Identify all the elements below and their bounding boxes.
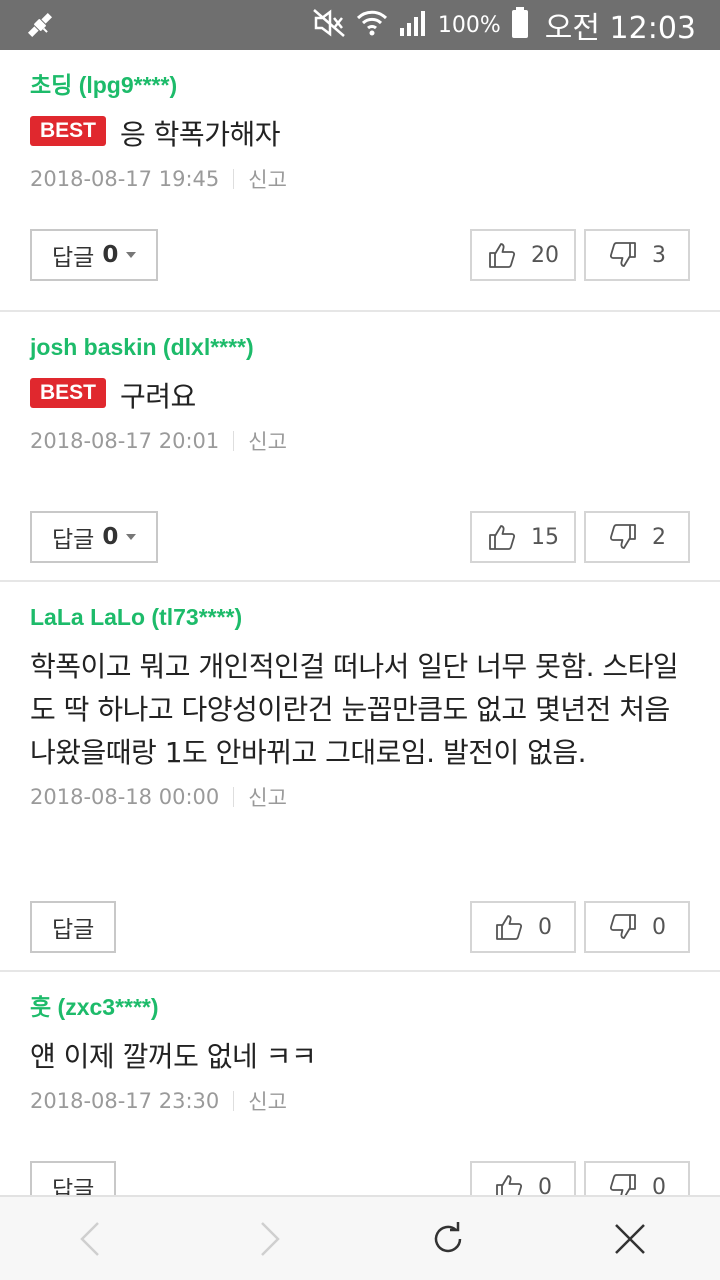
clock: 오전 12:03 bbox=[544, 11, 696, 46]
comment-item: 초딩 (lpg9****) BEST 응 학폭가해자 2018-08-17 19… bbox=[0, 50, 720, 312]
thumbs-down-icon bbox=[608, 240, 638, 270]
close-icon[interactable] bbox=[610, 1219, 650, 1259]
like-count: 0 bbox=[538, 914, 552, 940]
comment-date: 2018-08-17 19:45 bbox=[30, 167, 220, 191]
reply-count: 0 bbox=[102, 242, 119, 268]
caret-down-icon bbox=[126, 534, 137, 540]
satellite-icon bbox=[24, 9, 56, 45]
like-count: 0 bbox=[538, 1174, 552, 1196]
like-button[interactable]: 20 bbox=[470, 229, 576, 281]
dislike-button[interactable]: 0 bbox=[584, 901, 690, 953]
like-button[interactable]: 0 bbox=[470, 901, 576, 953]
report-link[interactable]: 신고 bbox=[248, 426, 287, 456]
report-link[interactable]: 신고 bbox=[248, 782, 287, 812]
refresh-icon[interactable] bbox=[428, 1219, 468, 1259]
signal-icon bbox=[398, 8, 428, 42]
reply-label: 답글 bbox=[52, 1177, 95, 1195]
like-count: 20 bbox=[531, 242, 559, 268]
comment-text: 구려요 bbox=[120, 380, 196, 413]
thumbs-down-icon bbox=[608, 912, 638, 942]
reply-button[interactable]: 답글 0 bbox=[30, 511, 159, 563]
thumbs-down-icon bbox=[608, 1172, 638, 1195]
reply-button[interactable]: 답글 bbox=[30, 901, 117, 953]
mute-icon bbox=[312, 8, 346, 42]
comment-item: LaLa LaLo (tl73****) 학폭이고 뭐고 개인적인걸 떠나서 일… bbox=[0, 582, 720, 972]
comment-list: 초딩 (lpg9****) BEST 응 학폭가해자 2018-08-17 19… bbox=[0, 50, 720, 1195]
dislike-count: 2 bbox=[652, 524, 666, 550]
comment-item: 훗 (zxc3****) 얜 이제 깔꺼도 없네 ㅋㅋ 2018-08-17 2… bbox=[0, 972, 720, 1195]
dislike-button[interactable]: 2 bbox=[584, 511, 690, 563]
dislike-button[interactable]: 3 bbox=[584, 229, 690, 281]
thumbs-up-icon bbox=[494, 912, 524, 942]
thumbs-up-icon bbox=[494, 1172, 524, 1195]
browser-nav-bar bbox=[0, 1195, 720, 1280]
comment-text: 학폭이고 뭐고 개인적인걸 떠나서 일단 너무 못함. 스타일도 딱 하나고 다… bbox=[30, 650, 679, 769]
reply-button[interactable]: 답글 bbox=[30, 1161, 117, 1195]
caret-down-icon bbox=[126, 252, 137, 258]
comment-date: 2018-08-17 20:01 bbox=[30, 429, 220, 453]
report-link[interactable]: 신고 bbox=[248, 1086, 287, 1116]
like-button[interactable]: 15 bbox=[470, 511, 576, 563]
meta-divider bbox=[233, 431, 235, 451]
dislike-count: 3 bbox=[652, 242, 666, 268]
comment-author[interactable]: 훗 (zxc3****) bbox=[30, 992, 690, 1022]
dislike-count: 0 bbox=[652, 914, 666, 940]
comment-date: 2018-08-17 23:30 bbox=[30, 1089, 220, 1113]
meta-divider bbox=[233, 169, 235, 189]
reply-label: 답글 bbox=[52, 245, 95, 271]
thumbs-down-icon bbox=[608, 522, 638, 552]
reply-count: 0 bbox=[102, 524, 119, 550]
battery-percent: 100% bbox=[437, 12, 501, 38]
status-bar: 100% 오전 12:03 bbox=[0, 0, 720, 50]
reply-button[interactable]: 답글 0 bbox=[30, 229, 159, 281]
reply-label: 답글 bbox=[52, 917, 95, 943]
best-badge: BEST bbox=[30, 116, 107, 146]
meta-divider bbox=[233, 787, 235, 807]
forward-icon[interactable] bbox=[250, 1219, 290, 1259]
comment-author[interactable]: 초딩 (lpg9****) bbox=[30, 70, 690, 100]
like-count: 15 bbox=[531, 524, 559, 550]
meta-divider bbox=[233, 1091, 235, 1111]
wifi-icon bbox=[356, 8, 388, 42]
report-link[interactable]: 신고 bbox=[248, 164, 287, 194]
thumbs-up-icon bbox=[487, 240, 517, 270]
comment-text: 응 학폭가해자 bbox=[120, 118, 280, 151]
dislike-count: 0 bbox=[652, 1174, 666, 1196]
dislike-button[interactable]: 0 bbox=[584, 1161, 690, 1195]
comment-author[interactable]: LaLa LaLo (tl73****) bbox=[30, 602, 690, 632]
reply-label: 답글 bbox=[52, 527, 95, 553]
thumbs-up-icon bbox=[487, 522, 517, 552]
like-button[interactable]: 0 bbox=[470, 1161, 576, 1195]
comment-author[interactable]: josh baskin (dlxl****) bbox=[30, 332, 690, 362]
comment-date: 2018-08-18 00:00 bbox=[30, 785, 220, 809]
comment-text: 얜 이제 깔꺼도 없네 ㅋㅋ bbox=[30, 1040, 317, 1073]
back-icon[interactable] bbox=[70, 1219, 110, 1259]
comment-item: josh baskin (dlxl****) BEST 구려요 2018-08-… bbox=[0, 312, 720, 582]
battery-icon bbox=[511, 7, 529, 43]
best-badge: BEST bbox=[30, 378, 107, 408]
